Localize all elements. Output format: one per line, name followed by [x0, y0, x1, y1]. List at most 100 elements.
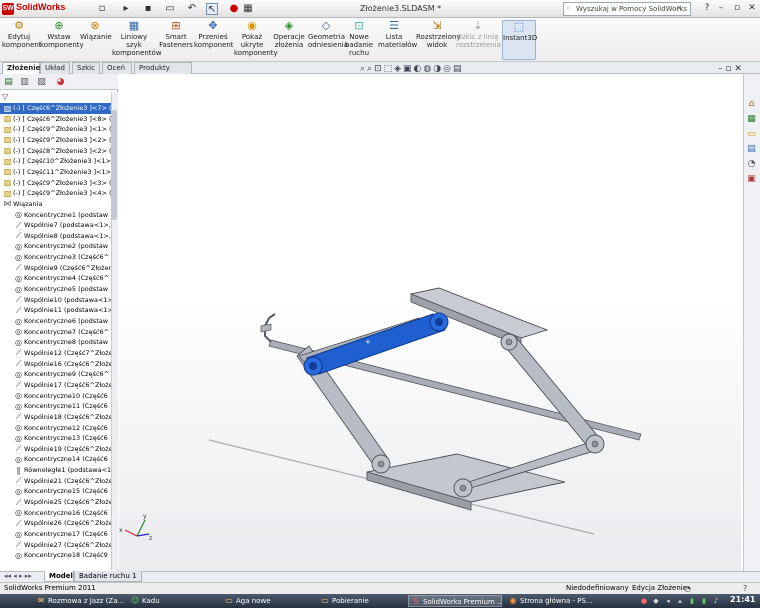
tray-icon[interactable]: ▴	[676, 597, 684, 605]
custom-properties-icon[interactable]: ▣	[746, 174, 757, 185]
bottom-tab[interactable]: Badanie ruchu 1	[74, 571, 142, 582]
feature-tree-tab-icon[interactable]: ▤	[3, 77, 14, 88]
tree-item[interactable]: ▧ (-) [ Część6^Złożenie3 ]<8> (D	[0, 114, 112, 125]
command-tab[interactable]: Oceń	[102, 62, 132, 74]
command-button[interactable]: ◈ Operacje złożenia	[272, 20, 306, 60]
close-button[interactable]: ✕	[745, 2, 759, 14]
tree-item[interactable]: ◎ Koncentryczne2 (podstaw	[0, 241, 112, 252]
tree-item[interactable]: ▧ (-) [ Część9^Złożenie3 ]<1> (D	[0, 124, 112, 135]
command-button[interactable]: ⬚ Instant3D	[502, 20, 537, 60]
command-tab[interactable]: Szkic	[72, 62, 100, 74]
tree-item[interactable]: ⟋ Wspólnie25 (Część6^Złoże	[0, 497, 112, 508]
tree-item[interactable]: ◎ Koncentryczne8 (podstaw	[0, 337, 112, 348]
tree-item[interactable]: ⟋ Wspólnie27 (Część6^Złoże	[0, 540, 112, 551]
command-button[interactable]: ✥ Przenieś komponent	[194, 20, 234, 60]
tray-icon[interactable]: ◂	[664, 597, 672, 605]
tree-item[interactable]: ⟋ Wspólnie8 (podstawa<1>,C	[0, 231, 112, 242]
rebuild-icon[interactable]: ●	[228, 3, 240, 15]
open-document-icon[interactable]: ▸	[120, 3, 132, 15]
tree-item[interactable]: ⟋ Wspólnie10 (podstawa<1>,	[0, 295, 112, 306]
filter-icon[interactable]: ▽	[2, 92, 8, 101]
taskbar-item[interactable]: ▭ Pobieranie	[318, 595, 398, 607]
home-icon[interactable]: ⌂	[746, 99, 757, 110]
command-button[interactable]: ⊡ Nowe badanie ruchu	[344, 20, 374, 60]
tree-scrollbar-thumb[interactable]	[112, 110, 117, 220]
new-document-icon[interactable]: ▫	[96, 3, 108, 15]
command-button[interactable]: ⊞ Smart Fasteners	[158, 20, 194, 60]
taskbar-item[interactable]: ☺ Kadu	[128, 595, 208, 607]
command-tab[interactable]: Układ	[40, 62, 70, 74]
command-button[interactable]: ◇ Geometria odniesienia	[308, 20, 348, 60]
tree-item[interactable]: ▧ (-) [ Część8^Złożenie3 ]<2> (D	[0, 146, 112, 157]
tree-item[interactable]: ⟋ Wspólnie12 (Część7^Złoże	[0, 348, 112, 359]
tree-item[interactable]: ◎ Koncentryczne13 (Część6	[0, 433, 112, 444]
command-button[interactable]: ⇲ Rozstrzelony widok	[416, 20, 461, 60]
tree-item[interactable]: ⟋ Wspólnie16 (Część6^Złoże	[0, 359, 112, 370]
restore-button[interactable]: ▫	[730, 2, 744, 14]
design-library-icon[interactable]: ▦	[746, 114, 757, 125]
command-button[interactable]: ⇣ Szkic z linią rozstrzelenia	[456, 20, 501, 60]
tree-item[interactable]: ⟋ Wspólnie11 (podstawa<1>,	[0, 305, 112, 316]
tree-item[interactable]: ⟋ Wspólnie9 (Część6^Złożen	[0, 263, 112, 274]
tray-icon[interactable]: ●	[640, 597, 648, 605]
tree-item[interactable]: ◎ Koncentryczne7 (Część6^	[0, 327, 112, 338]
tree-item[interactable]: ▧ (-) [ Część11^Złożenie3 ]<1> (	[0, 167, 112, 178]
print-icon[interactable]: ▭	[164, 3, 176, 15]
command-button[interactable]: ⊕ Wstaw komponenty	[40, 20, 84, 60]
tree-item[interactable]: ◎ Koncentryczne16 (Część6	[0, 508, 112, 519]
model-viewport[interactable]: + y x z	[119, 74, 741, 571]
command-button[interactable]: ◉ Pokaż ukryte komponenty	[234, 20, 278, 60]
command-button[interactable]: ⊗ Wiązanie	[80, 20, 112, 60]
solidworks-logo[interactable]: SW SolidWorks	[2, 2, 72, 16]
tree-item[interactable]: ⟋ Wspólnie18 (Część6^Złoże	[0, 412, 112, 423]
tree-item[interactable]: ▧ (-) [ Część9^Złożenie3 ]<4> (D	[0, 188, 112, 199]
command-button[interactable]: ☰ Lista materiałów	[378, 20, 417, 60]
tree-item[interactable]: ◎ Koncentryczne17 (Część6	[0, 529, 112, 540]
tab-scroll-icons[interactable]: ◂◂ ◂ ▸ ▸▸	[4, 572, 32, 580]
bottom-tab[interactable]: Model	[44, 571, 74, 582]
tree-item[interactable]: ◎ Koncentryczne15 (Część6	[0, 486, 112, 497]
undo-icon[interactable]: ↶	[186, 3, 198, 15]
tree-item[interactable]: ◎ Koncentryczne12 (Część6	[0, 423, 112, 434]
tree-item[interactable]: ◎ Koncentryczne14 (Część6	[0, 454, 112, 465]
tree-item[interactable]: ▧ (-) [ Część6^Złożenie3 ]<7> (D	[0, 103, 112, 114]
options-icon[interactable]: ▦	[242, 3, 254, 15]
search-scope-icon[interactable]: ◦	[566, 4, 571, 13]
tree-item[interactable]: ▧ (-) [ Część9^Złożenie3 ]<3> (D	[0, 178, 112, 189]
taskbar-item[interactable]: S SolidWorks Premium ...	[408, 595, 502, 607]
save-icon[interactable]: ▪	[142, 3, 154, 15]
tree-item[interactable]: ◎ Koncentryczne18 (Część9	[0, 550, 112, 561]
tree-item[interactable]: ◎ Koncentryczne6 (podstaw	[0, 316, 112, 327]
tree-item[interactable]: ▧ (-) [ Część10^Złożenie3 ]<1> (	[0, 156, 112, 167]
minimize-button[interactable]: –	[714, 2, 728, 14]
command-tab[interactable]: Produkty Office	[134, 62, 192, 83]
tree-item[interactable]: ⟋ Wspólnie17 (Część6^Złoże	[0, 380, 112, 391]
view-palette-icon[interactable]: ▤	[746, 144, 757, 155]
appearances-icon[interactable]: ◔	[746, 159, 757, 170]
tree-item[interactable]: ⟋ Wspólnie7 (podstawa<1>,C	[0, 220, 112, 231]
search-icon[interactable]: ⌕	[676, 3, 681, 13]
file-explorer-icon[interactable]: ▭	[746, 129, 757, 140]
taskbar-item[interactable]: ▭ Aga nowe	[222, 595, 322, 607]
tray-icon[interactable]: ▮	[700, 597, 708, 605]
tree-item[interactable]: ∥ Równoległe1 (podstawa<1>	[0, 465, 113, 476]
tree-item[interactable]: ◎ Koncentryczne11 (Część6	[0, 401, 112, 412]
tree-item[interactable]: ◎ Koncentryczne3 (Część6^	[0, 252, 112, 263]
volume-icon[interactable]: ♪	[712, 597, 720, 605]
graphics-area[interactable]: + y x z	[119, 74, 741, 571]
property-manager-tab-icon[interactable]: ▥	[19, 77, 30, 88]
tree-item[interactable]: ◎ Koncentryczne5 (podstaw	[0, 284, 112, 295]
tree-item[interactable]: ⟋ Wspólnie21 (Część6^Złoże	[0, 476, 112, 487]
tree-item[interactable]: ◎ Koncentryczne1 (podstaw	[0, 210, 112, 221]
select-icon[interactable]: ↖	[206, 3, 218, 15]
heads-up-view-toolbar[interactable]: ⌕⌕⊡⬚◈▣◐◍◑◎▤	[360, 64, 463, 76]
tray-icon[interactable]: ◆	[652, 597, 660, 605]
command-button[interactable]: ▦ Liniowy szyk komponentów	[112, 20, 162, 60]
rebuild-status-icon[interactable]: ◔	[684, 583, 691, 594]
command-tab[interactable]: Złożenie	[2, 62, 40, 74]
search-input[interactable]: Wyszukaj w Pomocy SolidWorks	[563, 2, 691, 16]
tree-item[interactable]: ⋈ Wiązania	[0, 199, 112, 210]
tray-icon[interactable]: ▮	[688, 597, 696, 605]
tree-item[interactable]: ◎ Koncentryczne9 (Część6^	[0, 369, 112, 380]
taskbar-item[interactable]: ◉ Strona główna - PS...	[506, 595, 596, 607]
